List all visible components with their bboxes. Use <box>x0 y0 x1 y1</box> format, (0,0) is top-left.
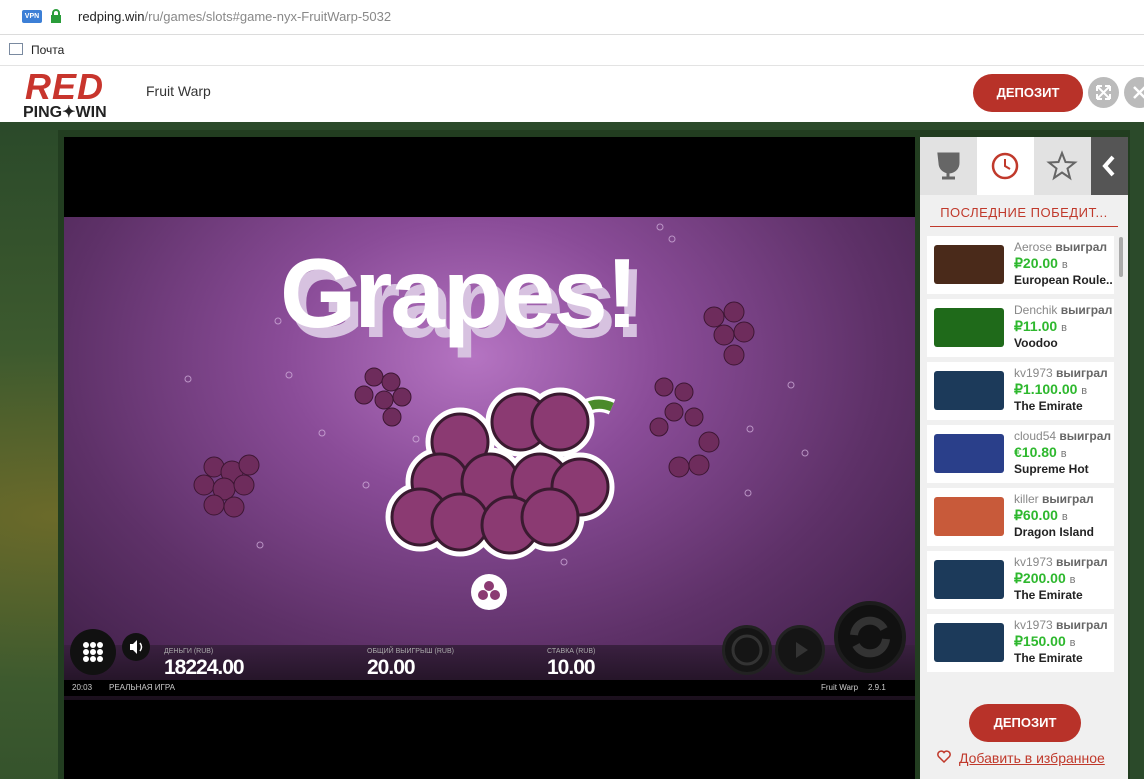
menu-button[interactable] <box>70 629 116 675</box>
chevron-left-icon <box>1102 155 1115 177</box>
winner-item[interactable]: Denchik выиграл ₽11.00 в Voodoo <box>927 299 1114 357</box>
winner-amount: ₽20.00 в <box>1014 255 1068 271</box>
add-favorite-label: Добавить в избранное <box>959 750 1105 766</box>
game-thumbnail[interactable] <box>934 371 1004 410</box>
total-win-value: 20.00 <box>367 656 416 679</box>
winner-amount: ₽11.00 в <box>1014 318 1067 334</box>
tab-trophy[interactable] <box>920 137 977 195</box>
game-canvas[interactable]: Grapes! ДЕНЬГИ (RUB) 18224.00 ОБЩИЙ ВЫИГ… <box>64 137 915 779</box>
winners-sidebar: ПОСЛЕДНИЕ ПОБЕДИТ... Aerose выиграл ₽20.0… <box>920 137 1128 779</box>
money-value: 18224.00 <box>164 656 245 679</box>
winner-user: Denchik выиграл <box>1014 303 1113 317</box>
mail-icon <box>9 43 23 55</box>
winner-item[interactable]: Aerose выиграл ₽20.00 в European Roule... <box>927 236 1114 294</box>
add-favorite-link[interactable]: Добавить в избранное <box>937 750 1105 766</box>
heart-icon <box>937 750 951 764</box>
game-thumbnail[interactable] <box>934 497 1004 536</box>
spin-button[interactable] <box>834 601 906 673</box>
expand-icon <box>1096 85 1111 100</box>
autoplay-button[interactable] <box>775 625 825 675</box>
game-title: Fruit Warp <box>146 83 211 99</box>
winner-amount: ₽200.00 в <box>1014 570 1076 586</box>
collapse-sidebar-button[interactable] <box>1091 137 1128 195</box>
speaker-icon <box>130 640 143 654</box>
winner-amount: €10.80 в <box>1014 444 1067 460</box>
deposit-button[interactable]: ДЕПОЗИТ <box>973 74 1083 112</box>
close-icon <box>1133 86 1144 99</box>
winner-amount: ₽60.00 в <box>1014 507 1068 523</box>
status-bar: 20:03 РЕАЛЬНАЯ ИГРА Fruit Warp 2.9.1 <box>64 680 915 696</box>
game-thumbnail[interactable] <box>934 245 1004 284</box>
sidebar-scrollbar[interactable] <box>1119 237 1123 277</box>
url-path: /ru/games/slots#game-nyx-FruitWarp-5032 <box>144 9 392 24</box>
lock-icon <box>51 9 61 23</box>
winner-game[interactable]: Supreme Hot <box>1014 462 1112 476</box>
spin-icon <box>850 616 890 658</box>
sound-button[interactable] <box>122 633 150 661</box>
bookmark-mail[interactable]: Почта <box>31 43 64 57</box>
winner-game[interactable]: European Roule... <box>1014 273 1112 287</box>
url-domain: redping.win <box>78 9 145 24</box>
winner-amount: ₽1.100.00 в <box>1014 381 1088 397</box>
winner-user: Aerose выиграл <box>1014 240 1108 254</box>
tab-favorites[interactable] <box>1034 137 1091 195</box>
url-text[interactable]: redping.win/ru/games/slots#game-nyx-Frui… <box>78 9 391 24</box>
fullscreen-button[interactable] <box>1088 77 1119 108</box>
winner-item[interactable]: killer выиграл ₽60.00 в Dragon Island <box>927 488 1114 546</box>
winner-game[interactable]: Voodoo <box>1014 336 1112 350</box>
tab-recent[interactable] <box>977 137 1034 195</box>
version-label: 2.9.1 <box>868 683 886 692</box>
sidebar-tabs <box>920 137 1128 195</box>
winner-user: kv1973 выиграл <box>1014 555 1108 569</box>
coin-icon <box>731 634 763 666</box>
winners-title[interactable]: ПОСЛЕДНИЕ ПОБЕДИТ... <box>930 205 1118 227</box>
winner-amount: ₽150.00 в <box>1014 633 1076 649</box>
sidebar-deposit-button[interactable]: ДЕПОЗИТ <box>969 704 1081 742</box>
bookmarks-bar: Почта <box>0 35 1144 66</box>
winner-game[interactable]: The Emirate <box>1014 651 1112 665</box>
winner-item[interactable]: kv1973 выиграл ₽1.100.00 в The Emirate <box>927 362 1114 420</box>
close-button[interactable] <box>1124 77 1144 108</box>
total-win-label: ОБЩИЙ ВЫИГРЫШ (RUB) <box>367 648 454 655</box>
bet-label: СТАВКА (RUB) <box>547 648 596 655</box>
site-header: RED PING✦WIN Fruit Warp ДЕПОЗИТ <box>0 66 1144 122</box>
game-thumbnail[interactable] <box>934 560 1004 599</box>
game-thumbnail[interactable] <box>934 308 1004 347</box>
winner-item[interactable]: kv1973 выиграл ₽150.00 в The Emirate <box>927 614 1114 672</box>
game-thumbnail[interactable] <box>934 434 1004 473</box>
play-icon <box>796 642 808 658</box>
winner-user: cloud54 выиграл <box>1014 429 1112 443</box>
game-name-label: Fruit Warp <box>821 683 859 692</box>
winner-user: killer выиграл <box>1014 492 1094 506</box>
winner-user: kv1973 выиграл <box>1014 618 1108 632</box>
address-bar[interactable]: VPN redping.win/ru/games/slots#game-nyx-… <box>0 0 1144 35</box>
star-icon <box>1046 150 1078 181</box>
logo-pingwin[interactable]: PING✦WIN <box>23 102 107 122</box>
clock: 20:03 <box>72 683 93 692</box>
winner-user: kv1973 выиграл <box>1014 366 1108 380</box>
bet-one-button[interactable] <box>722 625 772 675</box>
slot-scene: Grapes! <box>64 217 915 682</box>
vpn-badge[interactable]: VPN <box>22 10 42 23</box>
winner-item[interactable]: cloud54 выиграл €10.80 в Supreme Hot <box>927 425 1114 483</box>
game-thumbnail[interactable] <box>934 623 1004 662</box>
winner-item[interactable]: kv1973 выиграл ₽200.00 в The Emirate <box>927 551 1114 609</box>
grapes-artwork <box>184 223 809 610</box>
winner-game[interactable]: The Emirate <box>1014 399 1112 413</box>
winner-game[interactable]: Dragon Island <box>1014 525 1112 539</box>
bet-value[interactable]: 10.00 <box>547 656 596 680</box>
grid-icon <box>83 642 103 662</box>
clock-icon <box>991 152 1019 180</box>
money-label: ДЕНЬГИ (RUB) <box>164 648 214 655</box>
trophy-icon <box>937 152 960 180</box>
mode-label: РЕАЛЬНАЯ ИГРА <box>109 683 176 692</box>
winner-game[interactable]: The Emirate <box>1014 588 1112 602</box>
